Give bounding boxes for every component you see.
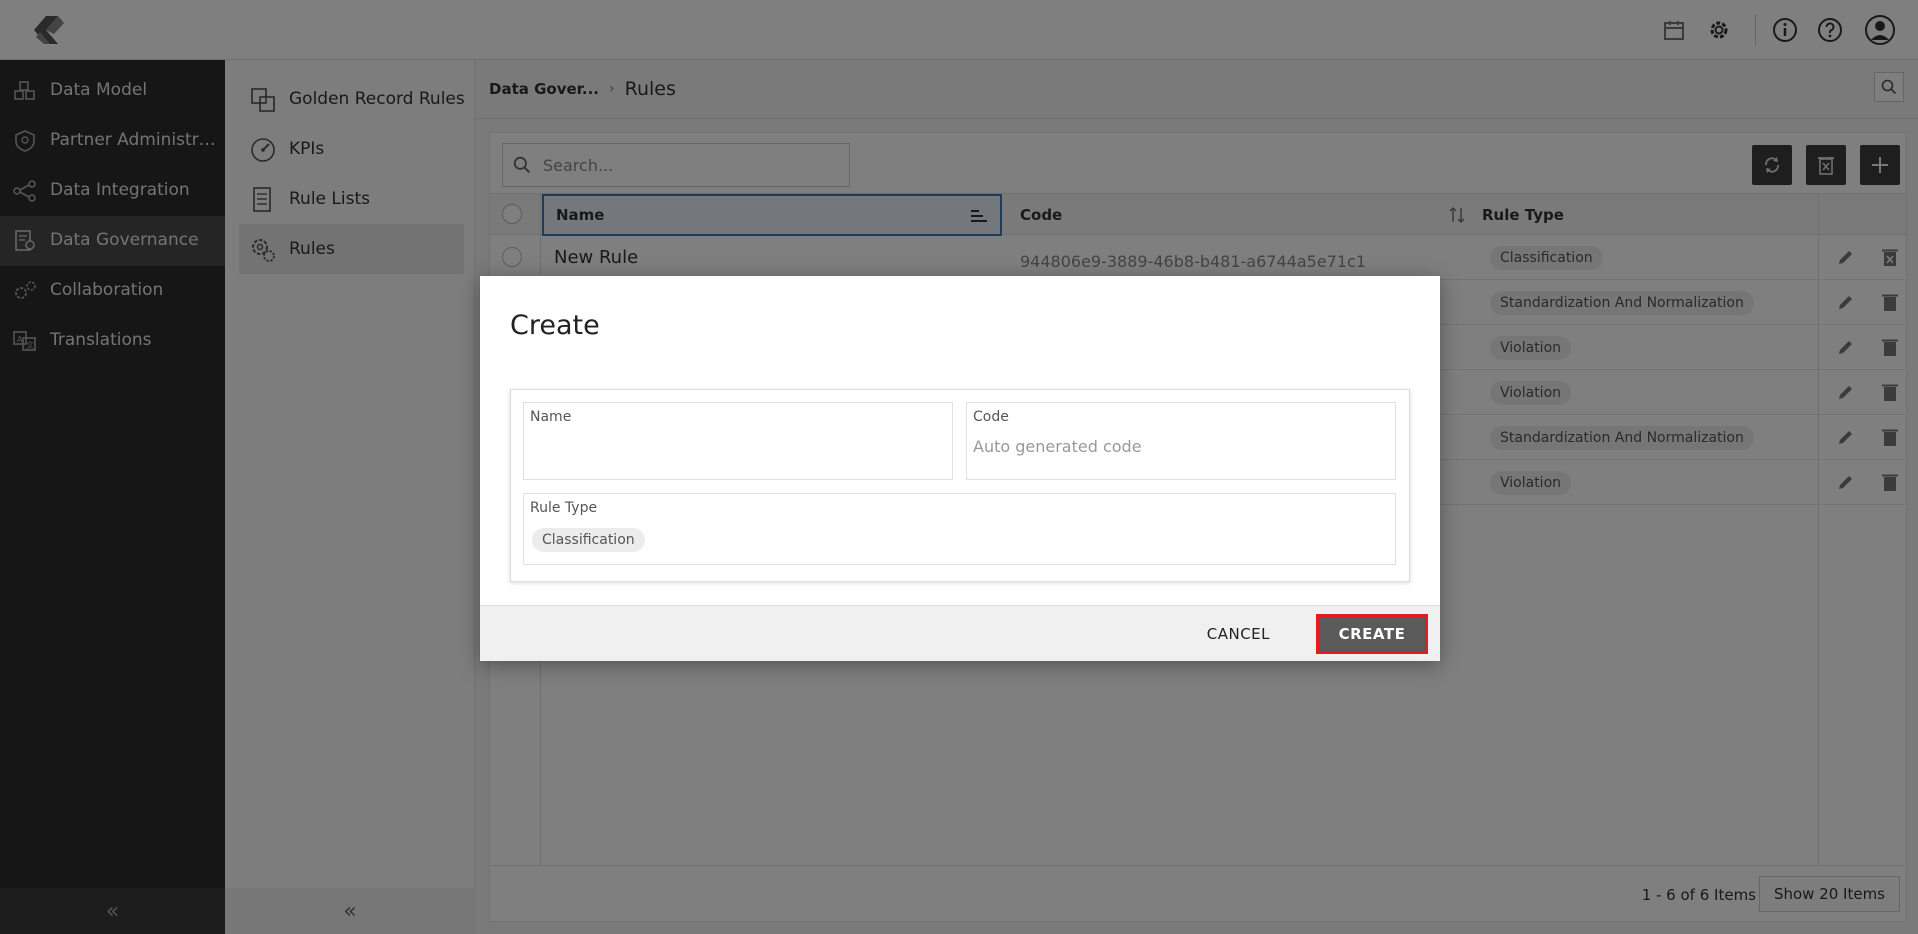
name-field[interactable]: Name [523,402,953,480]
name-field-label: Name [530,409,572,425]
dialog-footer: CANCEL CREATE [480,605,1440,661]
cancel-button[interactable]: CANCEL [1199,616,1278,652]
rule-type-chip[interactable]: Classification [532,528,645,552]
dialog-title: Create [510,310,600,341]
rule-type-field-label: Rule Type [530,500,598,516]
code-field[interactable]: Code Auto generated code [966,402,1396,480]
create-dialog: Create Name Code Auto generated code Rul… [480,276,1440,661]
code-field-placeholder: Auto generated code [973,437,1142,456]
rule-type-field[interactable]: Rule Type Classification [523,493,1396,565]
create-button[interactable]: CREATE [1316,614,1428,654]
code-field-label: Code [973,409,1009,425]
create-form: Name Code Auto generated code Rule Type … [510,389,1410,582]
